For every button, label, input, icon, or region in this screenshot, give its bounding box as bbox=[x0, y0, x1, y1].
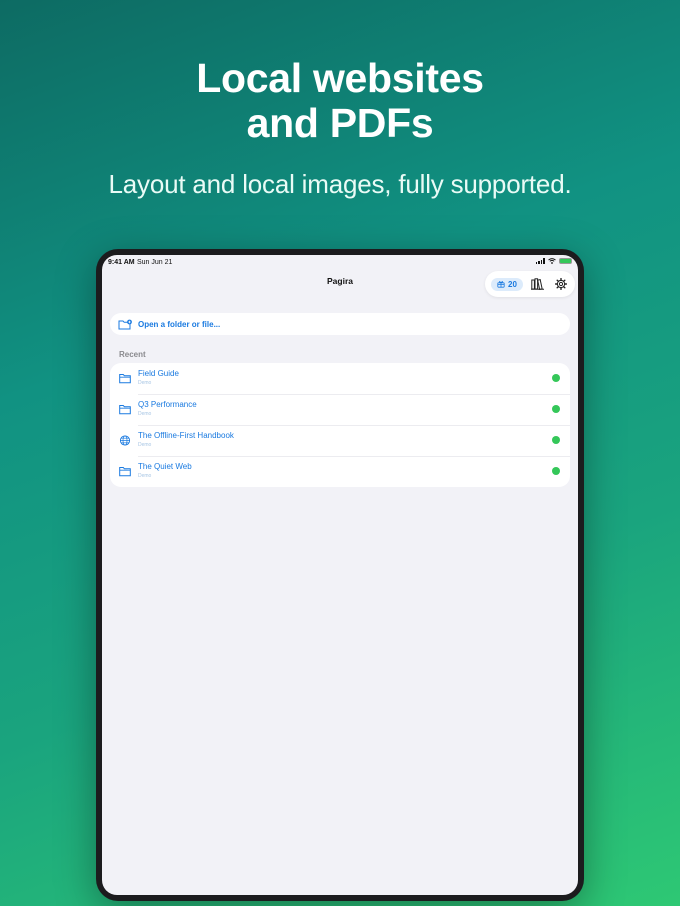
app-screen: 9:41 AM Sun Jun 21 Pagira 20 Open a fold… bbox=[102, 255, 578, 895]
promo-headline: Local websites and PDFs bbox=[0, 56, 680, 146]
library-button[interactable] bbox=[530, 276, 546, 292]
folder-add-icon bbox=[118, 319, 132, 329]
recent-item-title: Q3 Performance bbox=[138, 400, 197, 409]
recent-item-title: The Quiet Web bbox=[138, 462, 192, 471]
promo-subheadline: Layout and local images, fully supported… bbox=[108, 169, 572, 199]
recent-item-subtitle: Demo bbox=[138, 380, 152, 386]
folder-icon bbox=[119, 405, 131, 415]
recent-section-label: Recent bbox=[119, 350, 146, 359]
status-time: 9:41 AM bbox=[108, 259, 135, 266]
recent-item-offline-first-handbook[interactable]: The Offline-First Handbook Demo bbox=[110, 425, 570, 456]
open-folder-label: Open a folder or file... bbox=[138, 319, 221, 329]
downloaded-badge-icon bbox=[552, 405, 560, 413]
wifi-icon bbox=[548, 258, 556, 264]
recent-item-title: Field Guide bbox=[138, 369, 179, 378]
headline-line-1: Local websites bbox=[196, 55, 484, 101]
recent-list: Field Guide Demo Q3 Performance Demo The… bbox=[110, 363, 570, 487]
folder-icon bbox=[119, 467, 131, 477]
recent-item-title: The Offline-First Handbook bbox=[138, 431, 234, 440]
downloaded-badge-icon bbox=[552, 467, 560, 475]
status-date: Sun Jun 21 bbox=[137, 259, 173, 266]
downloaded-badge-icon bbox=[552, 374, 560, 382]
resize-handle-icon[interactable] bbox=[571, 888, 576, 893]
cellular-signal-icon bbox=[535, 258, 545, 264]
folder-icon bbox=[119, 374, 131, 384]
open-folder-or-file-button[interactable]: Open a folder or file... bbox=[110, 313, 570, 335]
recent-item-subtitle: Demo bbox=[138, 411, 152, 417]
status-bar: 9:41 AM Sun Jun 21 bbox=[102, 255, 578, 271]
settings-button[interactable] bbox=[553, 276, 569, 292]
recent-item-field-guide[interactable]: Field Guide Demo bbox=[110, 363, 570, 394]
gift-icon bbox=[497, 281, 505, 288]
recent-item-q3-performance[interactable]: Q3 Performance Demo bbox=[110, 394, 570, 425]
navigation-bar: Pagira 20 bbox=[102, 271, 578, 307]
battery-icon bbox=[559, 258, 572, 264]
recent-item-subtitle: Demo bbox=[138, 442, 152, 448]
library-icon bbox=[531, 278, 545, 290]
downloaded-badge-icon bbox=[552, 436, 560, 444]
recent-item-quiet-web[interactable]: The Quiet Web Demo bbox=[110, 456, 570, 487]
headline-line-2: and PDFs bbox=[246, 100, 434, 146]
nav-actions: 20 bbox=[485, 271, 575, 297]
gift-count: 20 bbox=[508, 279, 517, 289]
gear-icon bbox=[555, 278, 567, 290]
gift-badge-button[interactable]: 20 bbox=[491, 277, 523, 291]
globe-icon bbox=[119, 435, 131, 446]
recent-item-subtitle: Demo bbox=[138, 473, 152, 479]
